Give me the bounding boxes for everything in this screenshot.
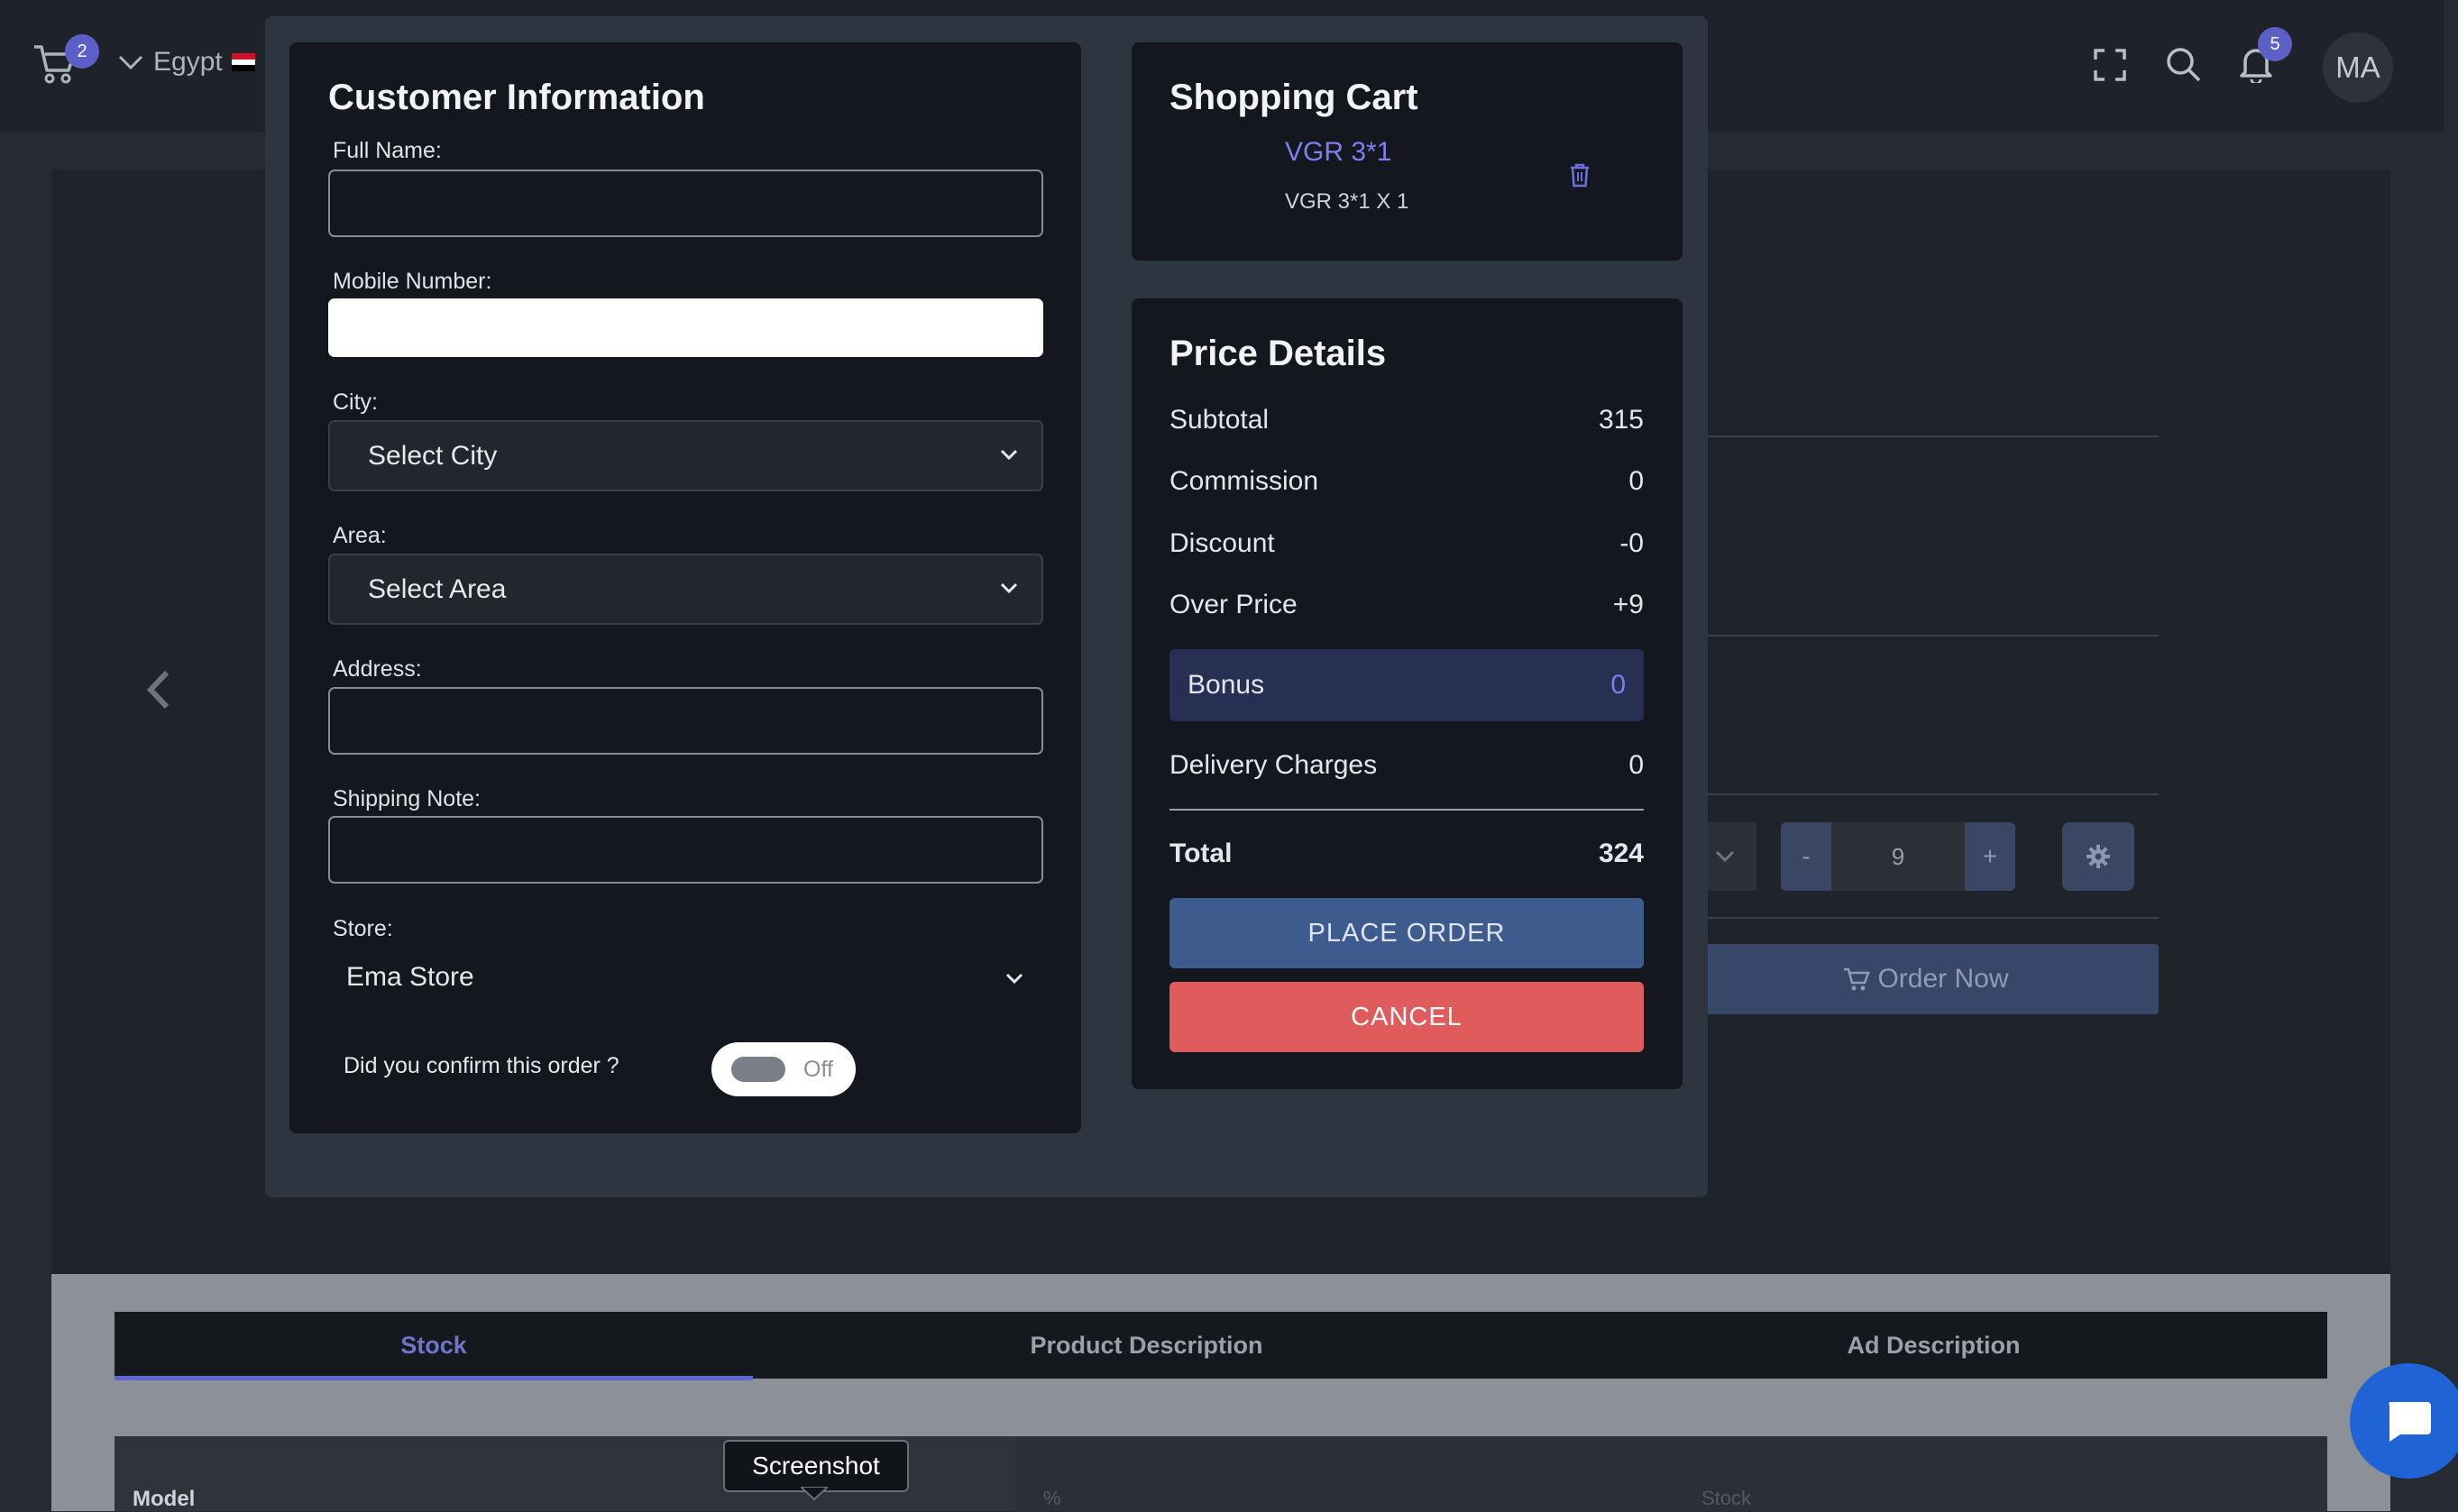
cart-count-badge: 2	[65, 34, 99, 69]
over-price-label: Over Price	[1169, 590, 1298, 619]
shipping-note-field[interactable]	[328, 816, 1043, 884]
order-now-button[interactable]: Order Now	[1693, 944, 2159, 1014]
tab-product-description[interactable]: Product Description	[753, 1312, 1540, 1379]
tab-ad-description[interactable]: Ad Description	[1540, 1312, 2327, 1379]
city-label: City:	[333, 389, 378, 415]
cart-item-name[interactable]: VGR 3*1	[1285, 137, 1391, 168]
city-select-value: Select City	[368, 440, 498, 471]
shopping-cart-panel	[1132, 42, 1683, 261]
shipping-note-label: Shipping Note:	[333, 786, 482, 811]
cart-item-detail: VGR 3*1 X 1	[1285, 189, 1409, 214]
subtotal-row: Subtotal 315	[1169, 405, 1644, 435]
divider	[1169, 809, 1644, 811]
stock-header: Stock	[1701, 1487, 1752, 1509]
country-selector[interactable]: Egypt	[117, 47, 255, 78]
full-name-label: Full Name:	[333, 138, 442, 163]
chat-bubble-icon	[2389, 1402, 2431, 1442]
commission-value: 0	[1628, 466, 1644, 496]
commission-row: Commission 0	[1169, 466, 1644, 497]
model-header: Model	[133, 1487, 196, 1511]
percent-header: %	[1043, 1487, 1061, 1509]
trash-icon[interactable]	[1569, 162, 1591, 192]
store-select-value: Ema Store	[346, 962, 474, 992]
customer-info-title: Customer Information	[328, 78, 705, 117]
toggle-state: Off	[803, 1056, 833, 1082]
notification-count-badge: 5	[2258, 27, 2292, 61]
mobile-number-field[interactable]	[328, 298, 1043, 357]
area-label: Area:	[333, 523, 387, 548]
cancel-button[interactable]: CANCEL	[1169, 982, 1644, 1052]
user-avatar[interactable]: MA	[2323, 32, 2393, 103]
divider	[1704, 635, 2159, 637]
divider	[1704, 793, 2159, 795]
settings-button[interactable]	[2062, 822, 2134, 891]
area-select-value: Select Area	[368, 573, 507, 604]
discount-label: Discount	[1169, 528, 1275, 558]
bonus-row: Bonus 0	[1169, 649, 1644, 721]
fullscreen-icon[interactable]	[2094, 49, 2126, 81]
chat-button[interactable]	[2350, 1363, 2458, 1479]
chevron-down-icon	[1715, 850, 1735, 863]
details-tabs: Stock Product Description Ad Description	[115, 1312, 2327, 1380]
order-now-label: Order Now	[1877, 964, 2009, 994]
screenshot-tooltip: Screenshot	[723, 1440, 909, 1492]
confirm-order-label: Did you confirm this order ?	[344, 1053, 619, 1078]
delivery-row: Delivery Charges 0	[1169, 750, 1644, 781]
area-select[interactable]: Select Area	[328, 554, 1043, 625]
store-label: Store:	[333, 916, 393, 941]
city-select[interactable]: Select City	[328, 420, 1043, 491]
over-price-row: Over Price +9	[1169, 590, 1644, 620]
shopping-cart-title: Shopping Cart	[1169, 78, 1418, 117]
country-name: Egypt	[153, 47, 223, 77]
discount-row: Discount -0	[1169, 528, 1644, 559]
divider	[1704, 917, 2159, 919]
total-row: Total 324	[1169, 838, 1644, 869]
cart-icon	[1844, 967, 1871, 991]
store-select[interactable]: Ema Store	[328, 951, 1043, 1005]
delivery-value: 0	[1628, 750, 1644, 780]
chevron-down-icon	[1000, 582, 1018, 593]
stock-table-header: Model % Stock	[115, 1436, 2327, 1511]
tooltip-arrow	[801, 1487, 828, 1501]
quantity-minus-button[interactable]: -	[1781, 822, 1831, 891]
chevron-down-icon	[118, 55, 143, 70]
over-price-value: +9	[1612, 590, 1644, 619]
chevron-down-icon	[1000, 449, 1018, 460]
mobile-label: Mobile Number:	[333, 269, 492, 294]
address-field[interactable]	[328, 687, 1043, 755]
toggle-track	[731, 1057, 785, 1082]
search-icon[interactable]	[2166, 47, 2202, 83]
discount-value: -0	[1619, 528, 1644, 558]
confirm-order-toggle[interactable]: Off	[711, 1042, 856, 1096]
place-order-button[interactable]: PLACE ORDER	[1169, 898, 1644, 968]
total-label: Total	[1169, 838, 1233, 868]
total-value: 324	[1598, 838, 1644, 868]
chevron-down-icon	[1005, 973, 1023, 985]
bonus-label: Bonus	[1188, 670, 1265, 700]
commission-label: Commission	[1169, 466, 1319, 496]
gear-icon	[2087, 845, 2110, 868]
delivery-label: Delivery Charges	[1169, 750, 1378, 780]
quantity-plus-button[interactable]: +	[1965, 822, 2015, 891]
bonus-value: 0	[1610, 670, 1626, 700]
subtotal-label: Subtotal	[1169, 405, 1270, 435]
address-label: Address:	[333, 656, 422, 682]
tab-stock[interactable]: Stock	[115, 1312, 753, 1380]
full-name-field[interactable]	[328, 170, 1043, 237]
egypt-flag-icon	[231, 53, 255, 72]
chevron-left-icon[interactable]	[140, 667, 176, 712]
divider	[1704, 435, 2159, 437]
quantity-stepper[interactable]: - 9 +	[1781, 822, 2015, 891]
price-details-title: Price Details	[1169, 334, 1387, 373]
subtotal-value: 315	[1598, 405, 1644, 435]
quantity-value[interactable]: 9	[1831, 822, 1965, 891]
